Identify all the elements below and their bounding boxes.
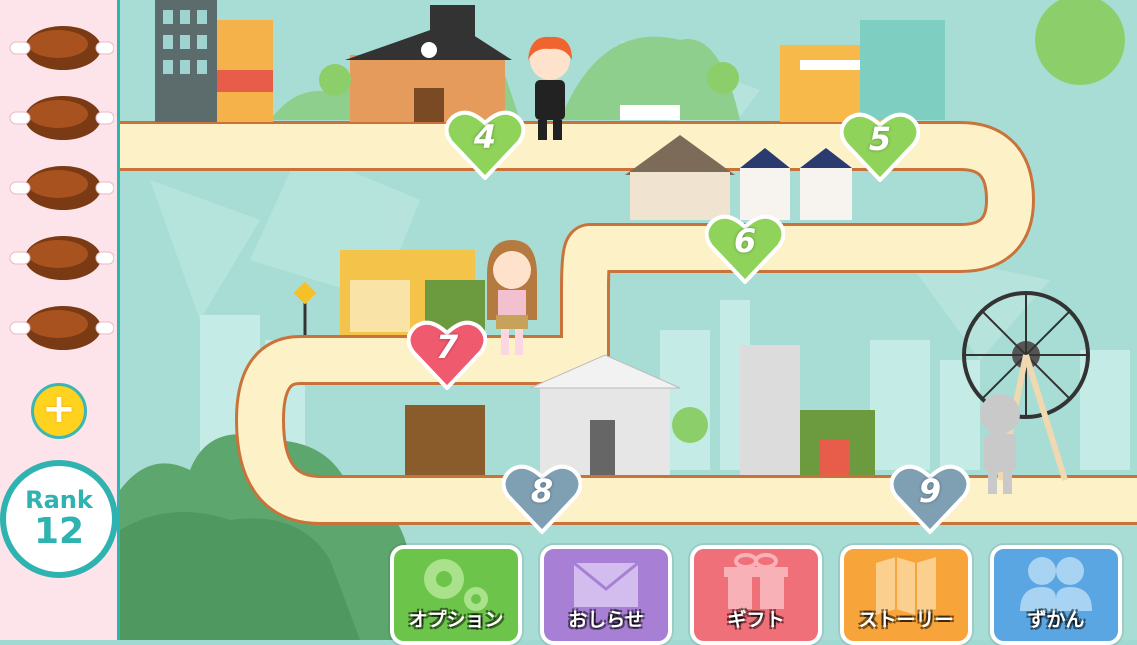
stage-number: 4 bbox=[473, 118, 497, 156]
stage-number: 5 bbox=[868, 120, 892, 158]
stage-9-button[interactable]: 9 bbox=[890, 462, 970, 534]
plus-icon: + bbox=[42, 386, 76, 432]
character-locked-silhouette bbox=[980, 394, 1020, 494]
rank-badge: Rank 12 bbox=[0, 460, 118, 578]
option-label: オプション bbox=[408, 609, 504, 631]
meat-icon bbox=[9, 26, 114, 70]
rank-label: Rank bbox=[25, 486, 93, 514]
stage-8-button[interactable]: 8 bbox=[502, 462, 582, 534]
stage-5-button[interactable]: 5 bbox=[840, 110, 920, 182]
news-button[interactable]: おしらせ bbox=[540, 545, 672, 645]
story-label: ストーリー bbox=[858, 609, 954, 631]
meat-icon bbox=[9, 236, 114, 280]
news-label: おしらせ bbox=[568, 609, 644, 631]
encyclopedia-button[interactable]: ずかん bbox=[990, 545, 1122, 645]
stage-number: 7 bbox=[435, 328, 459, 366]
meat-icon bbox=[9, 96, 114, 140]
stage-number: 8 bbox=[530, 472, 554, 510]
meat-icon bbox=[9, 166, 114, 210]
option-button[interactable]: オプション bbox=[390, 545, 522, 645]
stage-number: 9 bbox=[918, 472, 942, 510]
rank-value: 12 bbox=[33, 511, 85, 552]
add-stamina-button[interactable]: + bbox=[31, 383, 87, 439]
gift-label: ギフト bbox=[727, 609, 785, 631]
meat-icon bbox=[9, 306, 114, 350]
encyclopedia-label: ずかん bbox=[1027, 609, 1085, 631]
stage-7-button[interactable]: 7 bbox=[407, 318, 487, 390]
stage-number: 6 bbox=[733, 222, 757, 260]
character-girl bbox=[487, 240, 537, 355]
story-button[interactable]: ストーリー bbox=[840, 545, 972, 645]
stage-4-button[interactable]: 4 bbox=[445, 108, 525, 180]
character-boy bbox=[528, 36, 572, 140]
stage-6-button[interactable]: 6 bbox=[705, 212, 785, 284]
gift-button[interactable]: ギフト bbox=[690, 545, 822, 645]
